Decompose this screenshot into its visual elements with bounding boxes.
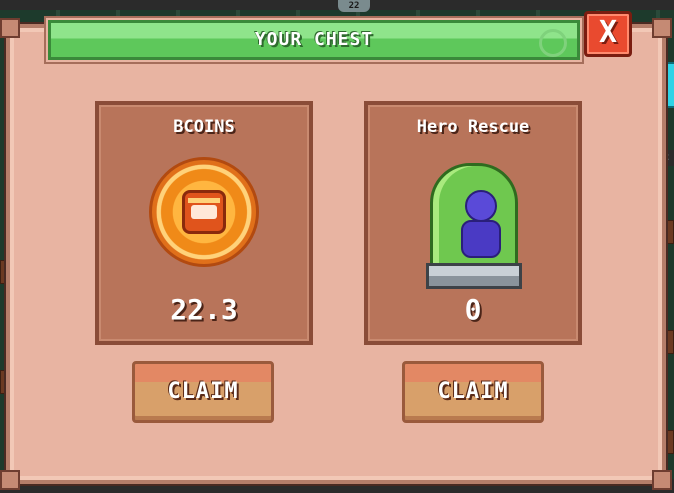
dialog-titlebar: YOUR CHEST (48, 20, 580, 60)
panel-corner (652, 470, 672, 490)
reward-value: 0 (464, 293, 482, 326)
top-hud-strip (0, 0, 674, 10)
reward-card-bcoins: BCOINS 22.3 (95, 101, 313, 345)
claim-label: CLAIM (167, 379, 239, 404)
close-button[interactable]: X (584, 11, 632, 57)
capsule-glass (430, 163, 518, 273)
hero-capsule-icon (426, 163, 522, 289)
bcoin-icon (149, 157, 259, 267)
swirl-icon (539, 29, 567, 57)
claim-hero-button[interactable]: CLAIM (402, 361, 544, 423)
panel-corner (652, 18, 672, 38)
capsule-base (426, 263, 522, 289)
hero-figure (459, 190, 501, 258)
top-counter: 22 (338, 0, 370, 12)
reward-card-hero-rescue: Hero Rescue 0 (364, 101, 582, 345)
claim-bcoins-button[interactable]: CLAIM (132, 361, 274, 423)
close-icon: X (598, 15, 618, 50)
reward-title: Hero Rescue (416, 117, 530, 137)
claim-label: CLAIM (437, 379, 509, 404)
coin-face (182, 190, 226, 234)
reward-value: 22.3 (170, 293, 238, 326)
panel-corner (0, 470, 20, 490)
panel-corner (0, 18, 20, 38)
dialog-title: YOUR CHEST (254, 29, 374, 50)
reward-title: BCOINS (173, 117, 235, 137)
